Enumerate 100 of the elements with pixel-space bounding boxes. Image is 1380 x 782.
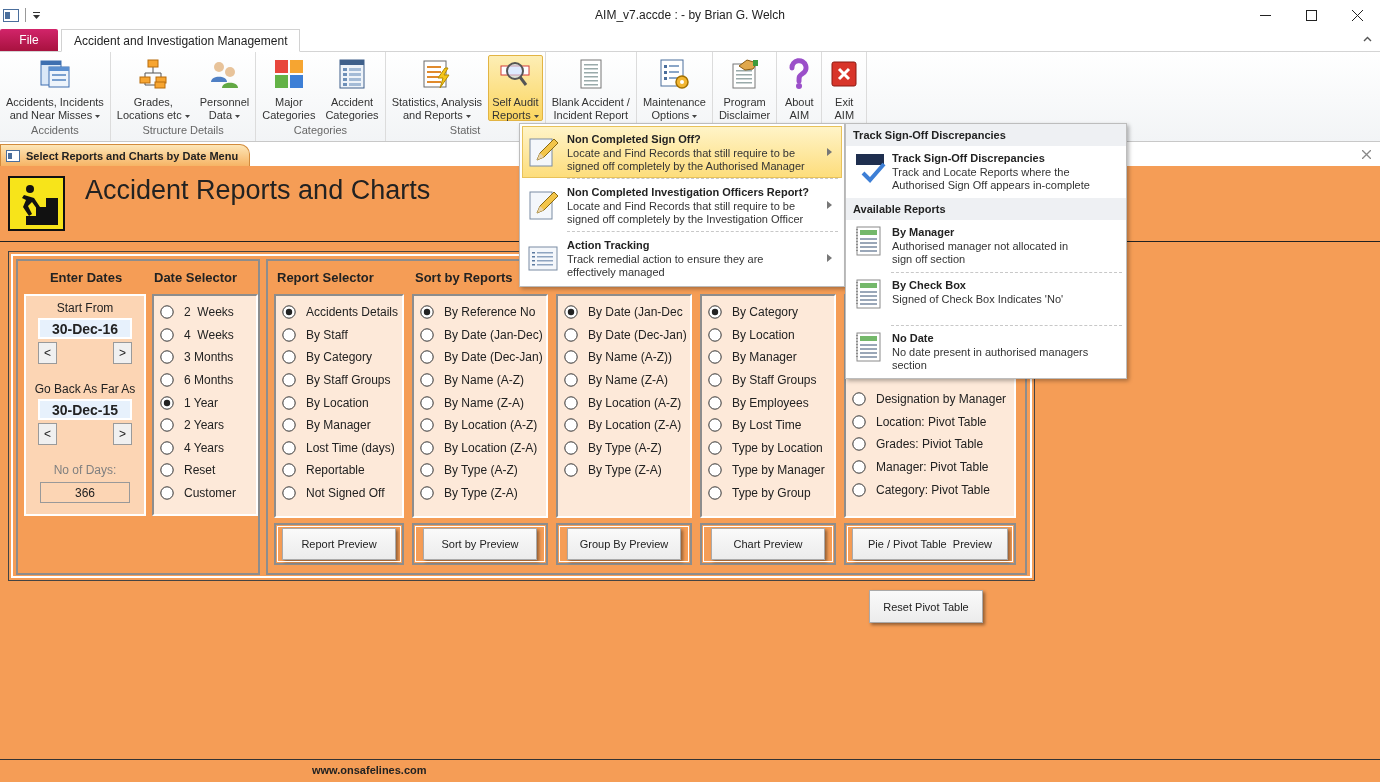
document-tab[interactable]: Select Reports and Charts by Date Menu <box>0 144 250 166</box>
radio-button[interactable] <box>564 327 578 342</box>
submenu-item[interactable]: No Date No date present in authorised managers section <box>846 326 1126 378</box>
option-label: By Name (A-Z)) <box>588 350 672 365</box>
website-link[interactable]: www.onsafelines.com <box>312 764 427 776</box>
reset-button[interactable]: Reset Pivot Table <box>869 590 983 623</box>
form-title: Accident Reports and Charts <box>85 175 431 206</box>
radio-button[interactable] <box>420 463 434 478</box>
radio-button[interactable] <box>852 392 866 407</box>
radio-button[interactable] <box>564 395 578 410</box>
preview-button[interactable]: Report Preview <box>282 528 396 560</box>
radio-button[interactable] <box>564 373 578 388</box>
menu-item[interactable]: Action Tracking Track remedial action to ensure they are effectively managed <box>522 232 842 284</box>
submenu-heading: Track Sign-Off Discrepancies <box>846 124 1126 146</box>
window-title: AIM_v7.accde : - by Brian G. Welch <box>595 8 785 22</box>
radio-button[interactable] <box>852 482 866 497</box>
preview-button[interactable]: Pie / Pivot Table Preview <box>852 528 1008 560</box>
ribbon-button[interactable]: Self Audit Reports <box>488 55 543 121</box>
ribbon-button[interactable]: Statistics, Analysis and Reports <box>387 55 487 121</box>
radio-button[interactable] <box>160 373 174 388</box>
radio-button[interactable] <box>420 486 434 501</box>
radio-button[interactable] <box>708 440 722 455</box>
ribbon-button[interactable]: Program Disclaimer <box>714 55 775 121</box>
radio-button[interactable] <box>420 350 434 365</box>
menu-item[interactable]: Non Completed Investigation Officers Report? Locate and Find Records that still require to be signed off completely by the Investigation Officer <box>522 179 842 231</box>
radio-button[interactable] <box>708 373 722 388</box>
group-label: Categories <box>292 123 348 138</box>
pencil-document-icon <box>527 189 559 221</box>
date-field[interactable]: 30-Dec-16 <box>38 318 132 339</box>
menu-item[interactable]: Non Completed Sign Off? Locate and Find Records that still require to be signed off completely by the Authorised Manager <box>522 126 842 178</box>
ribbon-button[interactable]: Accident Categories <box>321 55 383 121</box>
radio-button[interactable] <box>282 327 296 342</box>
section-heading: Report Selector <box>276 269 375 287</box>
ribbon-button[interactable]: About AIM <box>779 55 820 121</box>
radio-button[interactable] <box>160 463 174 478</box>
ribbon-button[interactable]: Accidents, Incidents and Near Misses <box>2 55 108 121</box>
radio-button[interactable] <box>282 373 296 388</box>
submenu-item[interactable]: By Check Box Signed of Check Box Indicates 'No' <box>846 273 1126 325</box>
radio-button[interactable] <box>708 395 722 410</box>
file-tab[interactable]: File <box>0 29 58 51</box>
radio-button[interactable] <box>564 440 578 455</box>
radio-button[interactable] <box>708 486 722 501</box>
radio-button[interactable] <box>852 414 866 429</box>
radio-button[interactable] <box>282 418 296 433</box>
radio-button[interactable] <box>420 395 434 410</box>
ribbon-button[interactable]: Exit AIM <box>824 55 865 121</box>
preview-button[interactable]: Group By Preview <box>567 528 681 560</box>
preview-button[interactable]: Chart Preview <box>711 528 825 560</box>
radio-button[interactable] <box>420 373 434 388</box>
option-label: By Manager <box>732 350 797 365</box>
customize-caret-icon[interactable] <box>32 10 41 20</box>
radio-button[interactable] <box>708 418 722 433</box>
option-label: By Name (Z-A) <box>588 373 668 388</box>
radio-button[interactable] <box>160 486 174 501</box>
ribbon-button[interactable]: Grades, Locations etc <box>112 55 194 121</box>
submenu-item[interactable]: By Manager Authorised manager not allocated in sign off section <box>846 220 1126 272</box>
radio-button[interactable] <box>708 327 722 342</box>
step-button[interactable]: < <box>38 423 57 445</box>
radio-button[interactable] <box>564 350 578 365</box>
radio-button[interactable] <box>708 463 722 478</box>
option-label: Type by Manager <box>732 463 825 478</box>
ribbon-tab[interactable]: Accident and Investigation Management <box>61 29 301 52</box>
radio-button[interactable] <box>852 460 866 475</box>
radio-button[interactable] <box>282 463 296 478</box>
collapse-ribbon-icon[interactable] <box>1363 36 1372 42</box>
radio-button[interactable] <box>160 395 174 410</box>
radio-button[interactable] <box>708 305 722 320</box>
radio-button[interactable] <box>282 350 296 365</box>
radio-button[interactable] <box>160 305 174 320</box>
radio-button[interactable] <box>852 437 866 452</box>
radio-button[interactable] <box>420 440 434 455</box>
radio-button[interactable] <box>420 305 434 320</box>
radio-button[interactable] <box>160 440 174 455</box>
ribbon-button[interactable]: Personnel Data <box>195 55 254 121</box>
option-label: By Date (Dec-Jan) <box>588 327 687 342</box>
radio-button[interactable] <box>282 486 296 501</box>
radio-button[interactable] <box>420 327 434 342</box>
step-button[interactable]: > <box>113 423 132 445</box>
ribbon-button[interactable]: Maintenance Options <box>638 55 710 121</box>
radio-button[interactable] <box>564 463 578 478</box>
date-field[interactable]: 30-Dec-15 <box>38 399 132 420</box>
radio-button[interactable] <box>564 418 578 433</box>
radio-button[interactable] <box>160 418 174 433</box>
app-icon[interactable] <box>3 8 19 22</box>
radio-button[interactable] <box>160 350 174 365</box>
radio-button[interactable] <box>282 305 296 320</box>
close-icon[interactable] <box>1362 150 1371 159</box>
radio-button[interactable] <box>282 440 296 455</box>
step-button[interactable]: < <box>38 342 57 364</box>
radio-button[interactable] <box>282 395 296 410</box>
ribbon-button[interactable]: Blank Accident / Incident Report <box>547 55 634 121</box>
radio-button[interactable] <box>564 305 578 320</box>
radio-button[interactable] <box>708 350 722 365</box>
step-button[interactable]: > <box>113 342 132 364</box>
radio-button[interactable] <box>160 327 174 342</box>
option-label: By Name (Z-A) <box>444 395 524 410</box>
radio-button[interactable] <box>420 418 434 433</box>
ribbon-button[interactable]: Major Categories <box>258 55 320 121</box>
submenu-item[interactable]: Track Sign-Off Discrepancies Track and Locate Reports where the Authorised Sign Off appears in-complete <box>846 146 1126 198</box>
preview-button[interactable]: Sort by Preview <box>423 528 537 560</box>
